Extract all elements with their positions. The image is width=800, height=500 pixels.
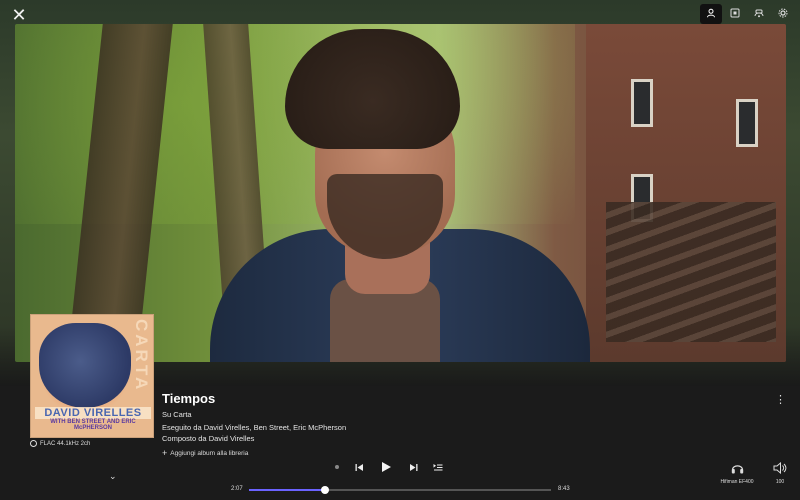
album-cover-subtitle: WITH BEN STREET AND ERIC McPHERSON [50, 419, 136, 431]
output-device-button[interactable]: Hifiman EF400 [717, 462, 757, 485]
album-cover-artist: DAVID VIRELLES [35, 407, 151, 419]
output-device-label: Hifiman EF400 [720, 479, 754, 485]
plus-icon: + [162, 448, 168, 458]
next-icon [409, 463, 417, 471]
album-art-bird [39, 323, 131, 408]
next-button[interactable] [407, 463, 419, 472]
add-to-library-button[interactable]: + Aggiungi album alla libreria [162, 448, 346, 458]
album-cover-vertical-text: CARTA [132, 319, 151, 393]
settings-icon [778, 8, 788, 21]
format-clock-icon [30, 440, 37, 447]
close-button[interactable]: ✕ [10, 6, 28, 24]
headphones-icon [717, 462, 757, 477]
settings-button[interactable] [772, 4, 794, 24]
audio-format[interactable]: FLAC 44.1kHz 2ch [30, 440, 90, 447]
more-options-button[interactable]: ⋮ [775, 393, 786, 406]
previous-button[interactable] [353, 463, 365, 472]
lyrics-button[interactable] [724, 4, 746, 24]
album-cover[interactable]: CARTA DAVID VIRELLES WITH BEN STREET AND… [30, 314, 154, 438]
transport-controls [335, 461, 443, 473]
progress-fill [249, 489, 325, 491]
cast-button[interactable] [748, 4, 770, 24]
progress-thumb[interactable] [320, 486, 329, 494]
volume-button[interactable]: 100 [770, 461, 790, 485]
performers-text: Eseguito da David Virelles, Ben Street, … [162, 423, 347, 432]
shuffle-button[interactable] [335, 465, 339, 469]
composer-text: Composto da David Virelles [162, 434, 255, 443]
profile-button[interactable] [700, 4, 722, 24]
track-title[interactable]: Tiempos [162, 391, 346, 406]
format-text: FLAC 44.1kHz 2ch [40, 440, 91, 447]
top-right-toolbar [700, 4, 794, 24]
previous-icon [355, 463, 363, 471]
track-info: Tiempos Su Carta Eseguito da David Virel… [162, 391, 346, 458]
cast-icon [753, 8, 765, 21]
artist-photo [15, 24, 786, 362]
play-button[interactable] [379, 461, 393, 473]
add-to-library-label: Aggiungi album alla libreria [170, 449, 249, 457]
speaker-icon [770, 461, 790, 477]
collapse-button[interactable]: ⌄ [109, 471, 117, 482]
chevron-down-icon: ⌄ [109, 471, 117, 481]
more-vertical-icon: ⋮ [775, 394, 786, 406]
album-name[interactable]: Su Carta [162, 410, 346, 419]
progress-bar[interactable] [249, 486, 551, 494]
elapsed-time: 2:07 [231, 486, 243, 492]
play-icon [382, 462, 391, 472]
close-icon: ✕ [11, 5, 27, 25]
profile-icon [706, 8, 716, 21]
lyrics-icon [730, 8, 740, 21]
volume-label: 100 [775, 479, 785, 485]
queue-button[interactable] [433, 463, 443, 472]
queue-icon [433, 463, 443, 470]
total-duration: 8:43 [558, 486, 570, 492]
